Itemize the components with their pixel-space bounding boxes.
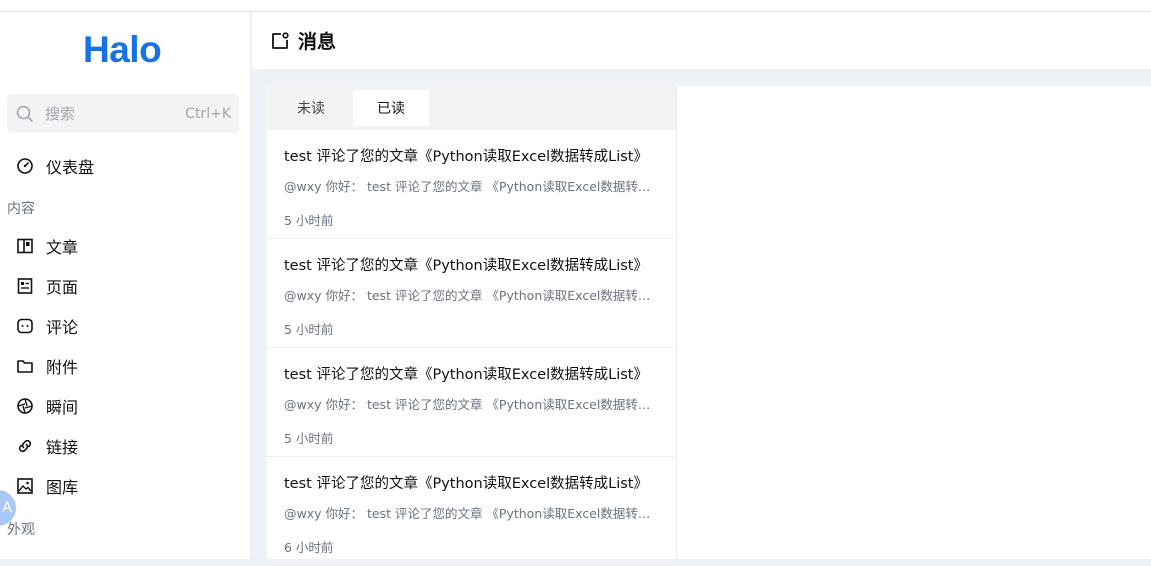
sidebar-item-label: 瞬间	[46, 398, 79, 417]
image-icon	[16, 477, 34, 495]
message-title: test 评论了您的文章《Python读取Excel数据转成List》	[284, 258, 648, 274]
notification-icon	[270, 31, 290, 51]
search-icon	[15, 104, 35, 124]
message-content: @wxy 你好： test 评论了您的文章 《Python读取Excel数据转成…	[284, 506, 659, 521]
sidebar-item-attachments[interactable]: 附件	[0, 348, 251, 384]
page-header: 消息	[252, 12, 1151, 69]
sidebar-item-label: 图库	[46, 478, 79, 497]
message-content: @wxy 你好： test 评论了您的文章 《Python读取Excel数据转成…	[284, 179, 659, 194]
message-list: 未读 已读 test 评论了您的文章《Python读取Excel数据转成List…	[267, 86, 677, 566]
sidebar-item-dashboard[interactable]: 仪表盘	[0, 148, 251, 184]
folder-icon	[16, 357, 34, 375]
message-title: test 评论了您的文章《Python读取Excel数据转成List》	[284, 149, 648, 165]
message-time: 5 小时前	[284, 431, 334, 446]
sidebar-item-moments[interactable]: 瞬间	[0, 388, 251, 424]
sidebar-item-links[interactable]: 链接	[0, 428, 251, 464]
list-item[interactable]: test 评论了您的文章《Python读取Excel数据转成List》 @wxy…	[267, 457, 676, 566]
message-content: @wxy 你好： test 评论了您的文章 《Python读取Excel数据转成…	[284, 397, 659, 412]
sidebar-item-label: 页面	[46, 278, 79, 297]
message-time: 6 小时前	[284, 540, 334, 555]
search-placeholder: 搜索	[45, 105, 76, 123]
message-title: test 评论了您的文章《Python读取Excel数据转成List》	[284, 476, 648, 492]
message-time: 5 小时前	[284, 322, 334, 337]
sidebar-item-comments[interactable]: 评论	[0, 308, 251, 344]
sidebar: Halo 搜索 Ctrl+K 仪表盘 内容 文章 页面 评论 附件 瞬间 链接 …	[0, 12, 251, 559]
sidebar-item-gallery[interactable]: 图库	[0, 468, 251, 504]
comment-icon	[16, 317, 34, 335]
sidebar-item-label: 链接	[46, 438, 79, 457]
top-strip	[0, 0, 1151, 12]
dashboard-icon	[16, 157, 34, 175]
aperture-icon	[16, 397, 34, 415]
message-panel: 未读 已读 test 评论了您的文章《Python读取Excel数据转成List…	[267, 86, 1151, 566]
book-icon	[16, 237, 34, 255]
tab-unread[interactable]: 未读	[273, 90, 349, 126]
list-item[interactable]: test 评论了您的文章《Python读取Excel数据转成List》 @wxy…	[267, 348, 676, 457]
sidebar-group-content: 内容	[7, 201, 35, 217]
tab-bar: 未读 已读	[267, 86, 676, 130]
sidebar-item-posts[interactable]: 文章	[0, 228, 251, 264]
link-icon	[16, 437, 34, 455]
search-input[interactable]: 搜索 Ctrl+K	[7, 94, 239, 133]
page-title: 消息	[298, 31, 337, 53]
sidebar-group-appearance: 外观	[7, 522, 35, 538]
message-time: 5 小时前	[284, 213, 334, 228]
search-shortcut: Ctrl+K	[185, 105, 231, 122]
sidebar-item-label: 附件	[46, 358, 79, 377]
list-item[interactable]: test 评论了您的文章《Python读取Excel数据转成List》 @wxy…	[267, 130, 676, 239]
sidebar-item-label: 文章	[46, 238, 79, 257]
sidebar-item-label: 评论	[46, 318, 79, 337]
message-content: @wxy 你好： test 评论了您的文章 《Python读取Excel数据转成…	[284, 288, 659, 303]
page-icon	[16, 277, 34, 295]
sidebar-item-label: 仪表盘	[46, 158, 95, 177]
list-item[interactable]: test 评论了您的文章《Python读取Excel数据转成List》 @wxy…	[267, 239, 676, 348]
sidebar-item-pages[interactable]: 页面	[0, 268, 251, 304]
message-title: test 评论了您的文章《Python读取Excel数据转成List》	[284, 367, 648, 383]
tab-read[interactable]: 已读	[353, 90, 429, 126]
logo: Halo	[83, 29, 162, 70]
